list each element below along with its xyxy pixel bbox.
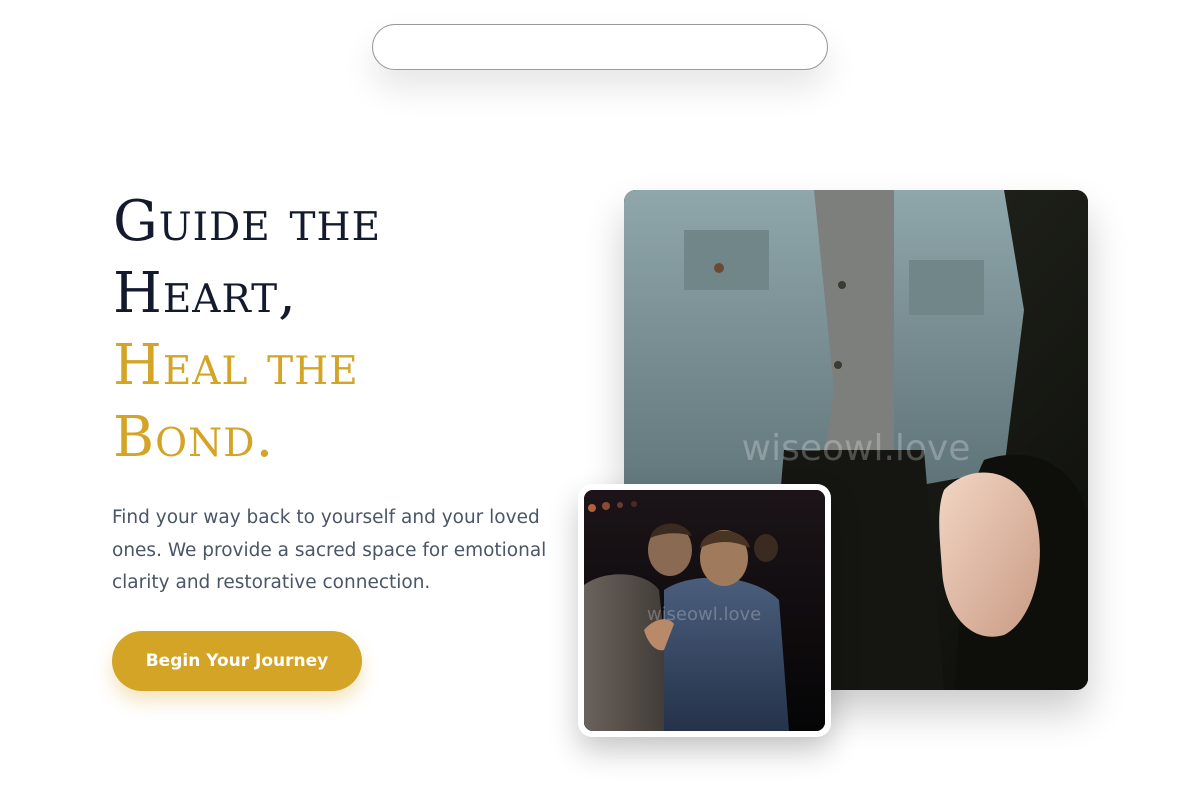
- heading-line-3: Heal the: [113, 333, 359, 398]
- heading-line-2: Heart,: [113, 261, 297, 326]
- embrace-photo: wiseowl.love: [584, 490, 825, 731]
- search-bar[interactable]: [372, 24, 828, 70]
- heading-line-1: Guide the: [113, 189, 382, 254]
- hero-heading: Guide the Heart, Heal the Bond.: [113, 186, 573, 474]
- small-photo-watermark: wiseowl.love: [647, 604, 761, 625]
- large-photo-watermark: wiseowl.love: [742, 428, 971, 469]
- hero-photo-small: wiseowl.love: [578, 484, 831, 737]
- hero-description: Find your way back to yourself and your …: [112, 507, 547, 593]
- begin-journey-button[interactable]: Begin Your Journey: [112, 631, 362, 691]
- heading-line-4: Bond.: [113, 405, 275, 470]
